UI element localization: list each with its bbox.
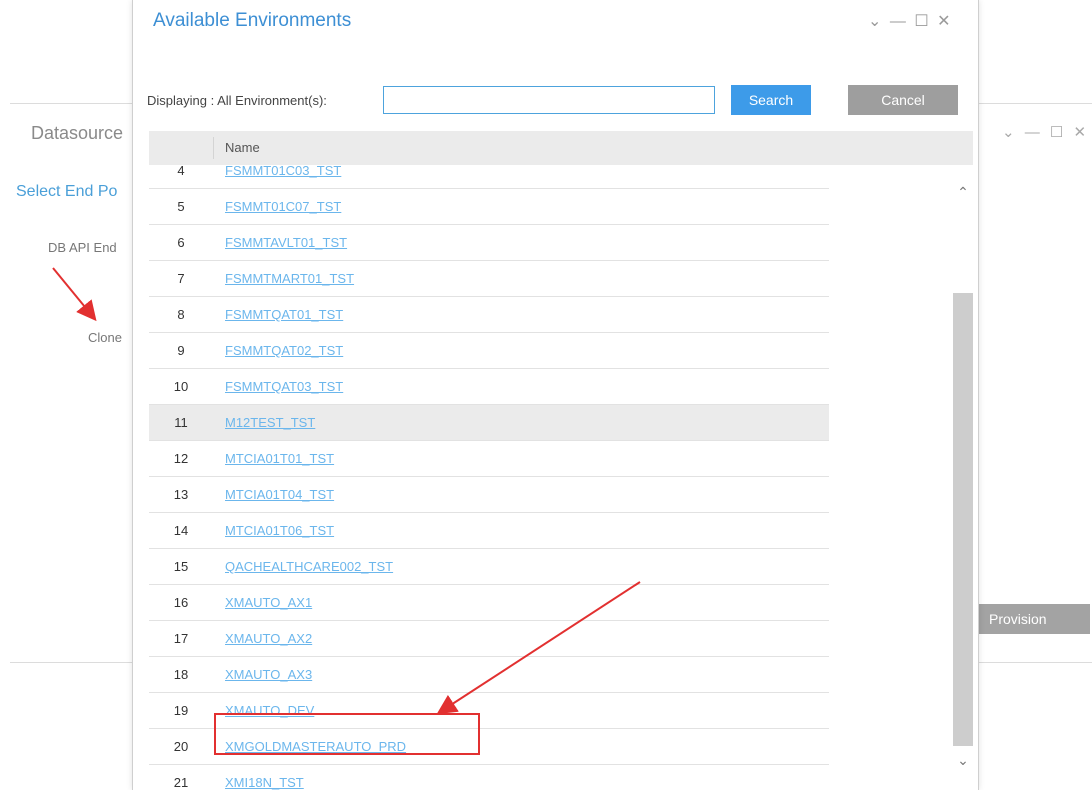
available-environments-dialog: Available Environments ⌄ — ☐ ✕ Displayin… (132, 0, 979, 790)
environment-link[interactable]: M12TEST_TST (225, 405, 315, 441)
table-row[interactable]: 9 FSMMTQAT02_TST (149, 333, 829, 369)
annotation-arrow-clone (52, 267, 97, 322)
environment-link[interactable]: XMI18N_TST (225, 765, 304, 790)
row-number: 16 (173, 595, 189, 610)
environment-link[interactable]: MTCIA01T04_TST (225, 477, 334, 513)
table-row[interactable]: 4 FSMMT01C03_TST (149, 163, 829, 189)
row-number: 5 (177, 199, 185, 214)
environment-link[interactable]: XMAUTO_AX1 (225, 585, 312, 621)
displaying-label: Displaying : All Environment(s): (147, 93, 327, 108)
row-number: 21 (173, 775, 189, 790)
column-separator (213, 137, 214, 159)
table-row[interactable]: 21 XMI18N_TST (149, 765, 829, 790)
row-number: 17 (173, 631, 189, 646)
environment-link[interactable]: MTCIA01T01_TST (225, 441, 334, 477)
row-number: 4 (177, 163, 185, 178)
db-api-endpoint-label: DB API End (48, 240, 117, 255)
row-number: 20 (173, 739, 189, 754)
environment-link[interactable]: FSMMTAVLT01_TST (225, 225, 347, 261)
search-button[interactable]: Search (731, 85, 811, 115)
row-number: 11 (174, 415, 188, 430)
row-number: 10 (173, 379, 189, 394)
environment-link[interactable]: FSMMTQAT03_TST (225, 369, 343, 405)
row-number: 7 (177, 271, 185, 286)
environment-link[interactable]: FSMMTQAT01_TST (225, 297, 343, 333)
dialog-title: Available Environments (153, 10, 352, 31)
dialog-window-controls: ⌄ — ☐ ✕ (868, 11, 955, 31)
table-row[interactable]: 5 FSMMT01C07_TST (149, 189, 829, 225)
scroll-down-icon[interactable]: ⌄ (953, 750, 973, 770)
table-row[interactable]: 6 FSMMTAVLT01_TST (149, 225, 829, 261)
row-number: 19 (173, 703, 189, 718)
scroll-up-icon[interactable]: ⌃ (953, 182, 973, 202)
environment-link[interactable]: QACHEALTHCARE002_TST (225, 549, 393, 585)
environment-link[interactable]: XMAUTO_AX2 (225, 621, 312, 657)
provision-button[interactable]: Provision (975, 604, 1090, 634)
table-row[interactable]: 12 MTCIA01T01_TST (149, 441, 829, 477)
search-input[interactable] (383, 86, 715, 114)
environment-link[interactable]: MTCIA01T06_TST (225, 513, 334, 549)
minimize-icon[interactable]: — (890, 13, 906, 30)
background-panel-title: Datasource (31, 123, 124, 143)
clone-label: Clone (88, 330, 122, 345)
collapse-icon[interactable]: ⌄ (868, 13, 881, 30)
environment-link[interactable]: FSMMT01C03_TST (225, 163, 341, 189)
maximize-icon[interactable]: ☐ (914, 13, 928, 30)
table-row[interactable]: 14 MTCIA01T06_TST (149, 513, 829, 549)
close-icon[interactable]: ✕ (937, 13, 950, 30)
table-row[interactable]: 10 FSMMTQAT03_TST (149, 369, 829, 405)
background-window-controls[interactable]: ⌄ — ☐ ✕ (1002, 123, 1089, 141)
table-row-selected[interactable]: 11 M12TEST_TST (149, 405, 829, 441)
table-row[interactable]: 7 FSMMTMART01_TST (149, 261, 829, 297)
row-number: 12 (173, 451, 189, 466)
environment-list: 4 FSMMT01C03_TST 5 FSMMT01C07_TST 6 FSMMTAV… (149, 163, 829, 790)
environment-link[interactable]: FSMMTQAT02_TST (225, 333, 343, 369)
environment-link[interactable]: XMAUTO_AX3 (225, 657, 312, 693)
row-number: 8 (177, 307, 185, 322)
table-row[interactable]: 15 QACHEALTHCARE002_TST (149, 549, 829, 585)
row-number: 6 (177, 235, 185, 250)
row-number: 13 (173, 487, 189, 502)
environment-link[interactable]: FSMMTMART01_TST (225, 261, 354, 297)
grid-header: Name (149, 131, 973, 165)
row-number: 15 (173, 559, 189, 574)
cancel-button[interactable]: Cancel (848, 85, 958, 115)
select-endpoint-link[interactable]: Select End Po (16, 183, 117, 201)
table-row[interactable]: 8 FSMMTQAT01_TST (149, 297, 829, 333)
environment-link[interactable]: FSMMT01C07_TST (225, 189, 341, 225)
table-row[interactable]: 18 XMAUTO_AX3 (149, 657, 829, 693)
highlight-box (214, 713, 480, 755)
table-row[interactable]: 17 XMAUTO_AX2 (149, 621, 829, 657)
row-number: 18 (173, 667, 189, 682)
row-number: 14 (173, 523, 189, 538)
column-header-name[interactable]: Name (225, 140, 260, 155)
table-row[interactable]: 16 XMAUTO_AX1 (149, 585, 829, 621)
table-row[interactable]: 13 MTCIA01T04_TST (149, 477, 829, 513)
scrollbar-thumb[interactable] (953, 293, 973, 746)
row-number: 9 (177, 343, 185, 358)
